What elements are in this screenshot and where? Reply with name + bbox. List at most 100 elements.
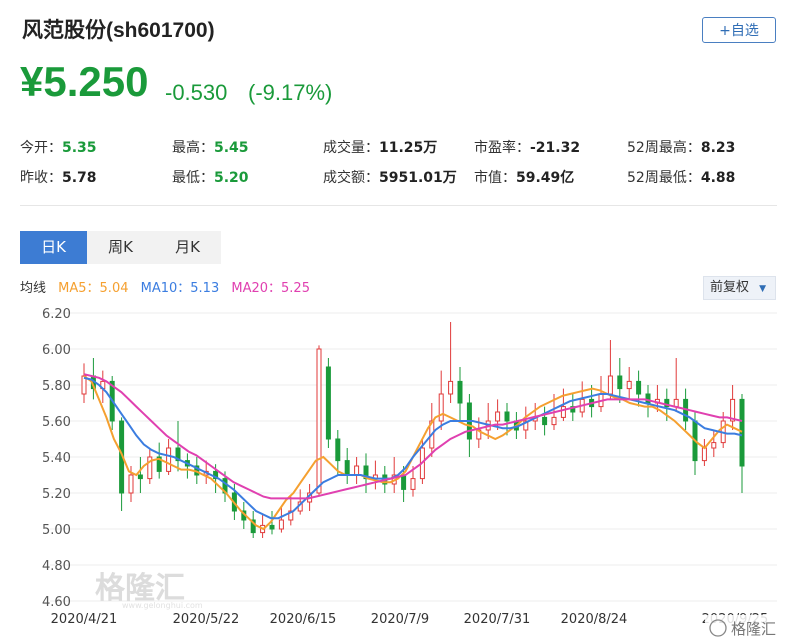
stat-item: 最低：5.20 — [172, 167, 249, 187]
y-tick-label: 6.00 — [42, 343, 71, 358]
candle-body — [626, 380, 632, 390]
stat-item: 52周最低：4.88 — [627, 167, 735, 187]
stock-title: 风范股份(sh601700) — [22, 19, 215, 42]
candle-body — [711, 442, 717, 449]
stat-item: 52周最高：8.23 — [627, 137, 735, 157]
ma20-legend: MA20：5.25 — [231, 281, 310, 296]
candle-body — [504, 411, 510, 422]
price-change-percent: (-9.17%) — [248, 80, 333, 105]
candle-body — [457, 380, 463, 404]
stat-value: 8.23 — [700, 140, 736, 156]
candle-body — [607, 375, 613, 395]
stat-separator: ： — [686, 170, 701, 186]
candle-body — [636, 380, 642, 395]
price-adjust-dropdown[interactable]: 前复权 ▼ — [703, 276, 776, 300]
stat-separator: ： — [686, 140, 701, 156]
stat-item: 市值：59.49亿 — [474, 167, 574, 187]
candle-body — [551, 416, 557, 426]
tab-daily-k[interactable]: 日K — [20, 231, 87, 264]
stat-value: 4.88 — [700, 170, 736, 186]
ma5-legend: MA5：5.04 — [58, 281, 129, 296]
y-tick-label: 5.00 — [42, 523, 71, 538]
stat-label: 市值 — [474, 170, 502, 186]
current-price: ¥5.250 — [20, 58, 149, 105]
candle-body — [269, 524, 275, 530]
stat-separator: ： — [516, 140, 530, 156]
ma10-legend: MA10：5.13 — [140, 281, 220, 296]
candle-body — [739, 398, 745, 467]
chevron-down-icon: ▼ — [759, 284, 767, 294]
x-tick-label: 2020/8/24 — [561, 612, 628, 627]
y-tick-label: 5.40 — [42, 451, 71, 466]
stat-label: 成交量 — [323, 140, 365, 156]
stat-value: 59.49亿 — [516, 170, 575, 186]
stat-label: 最低 — [172, 170, 200, 186]
candle-body — [137, 474, 143, 480]
candle-body — [278, 519, 284, 530]
candle-body — [542, 416, 548, 426]
stat-separator: ： — [48, 140, 62, 156]
stat-separator: ： — [48, 170, 62, 186]
stat-item: 今开：5.35 — [20, 137, 97, 157]
x-tick-label: 2020/6/15 — [270, 612, 337, 627]
y-tick-label: 4.60 — [42, 595, 71, 610]
candle-body — [673, 398, 679, 408]
y-tick-label: 5.60 — [42, 415, 71, 430]
candle-body — [401, 474, 407, 490]
y-tick-label: 5.20 — [42, 487, 71, 502]
candle-body — [560, 406, 566, 418]
corner-logo: 格隆汇 — [705, 615, 785, 639]
x-tick-label: 2020/7/31 — [464, 612, 531, 627]
stat-item: 成交量：11.25万 — [323, 137, 437, 157]
stat-separator: ： — [502, 170, 516, 186]
kline-chart: 6.20 6.00 5.80 5.60 5.40 5.20 5.00 4.80 4.60 202… — [42, 307, 785, 639]
candle-body — [344, 460, 350, 476]
stat-item: 成交额：5951.01万 — [323, 167, 457, 187]
stat-value: 11.25万 — [379, 140, 438, 156]
stat-label: 昨收 — [20, 170, 48, 186]
x-tick-label: 2020/4/21 — [51, 612, 118, 627]
tab-weekly-k[interactable]: 周K — [87, 231, 154, 264]
stat-label: 今开 — [20, 140, 48, 156]
divider — [20, 205, 777, 206]
candle-body — [495, 411, 501, 422]
stat-item: 最高：5.45 — [172, 137, 249, 157]
y-tick-label: 4.80 — [42, 559, 71, 574]
y-tick-label: 6.20 — [42, 307, 71, 322]
candle-body — [438, 393, 444, 422]
stat-label: 最高 — [172, 140, 200, 156]
corner-logo-text: 格隆汇 — [731, 620, 776, 638]
stat-label: 市盈率 — [474, 140, 516, 156]
watermark-url: www.gelonghui.com — [122, 601, 203, 610]
price-adjust-label: 前复权 — [710, 280, 750, 295]
candle-body — [617, 375, 623, 390]
stat-value: 5.35 — [62, 140, 97, 156]
stat-separator: ： — [200, 140, 214, 156]
candle-body — [316, 348, 322, 494]
stat-label: 52周最低 — [627, 170, 687, 186]
stat-label: 52周最高 — [627, 140, 687, 156]
stat-value: 5.78 — [62, 170, 97, 186]
stat-separator: ： — [365, 140, 379, 156]
ma-label: 均线 — [20, 281, 47, 296]
candle-body — [448, 380, 454, 395]
tab-monthly-k[interactable]: 月K — [154, 231, 221, 264]
candle-body — [410, 478, 416, 490]
candle-body — [128, 474, 134, 494]
stat-separator: ： — [365, 170, 379, 186]
x-tick-label: 2020/5/22 — [173, 612, 240, 627]
candle-body — [325, 366, 331, 440]
candle-body — [701, 447, 707, 462]
x-tick-label: 2020/7/9 — [371, 612, 429, 627]
add-watchlist-button[interactable]: +自选 — [702, 17, 776, 43]
stat-item: 市盈率：-21.32 — [474, 137, 580, 157]
stat-label: 成交额 — [323, 170, 365, 186]
stat-value: 5951.01万 — [379, 170, 457, 186]
stat-item: 昨收：5.78 — [20, 167, 97, 187]
stat-value: 5.20 — [214, 170, 249, 186]
candle-body — [166, 447, 172, 472]
stat-value: 5.45 — [214, 140, 249, 156]
stat-value: -21.32 — [530, 140, 581, 156]
stat-separator: ： — [200, 170, 214, 186]
candle-body — [354, 465, 360, 476]
